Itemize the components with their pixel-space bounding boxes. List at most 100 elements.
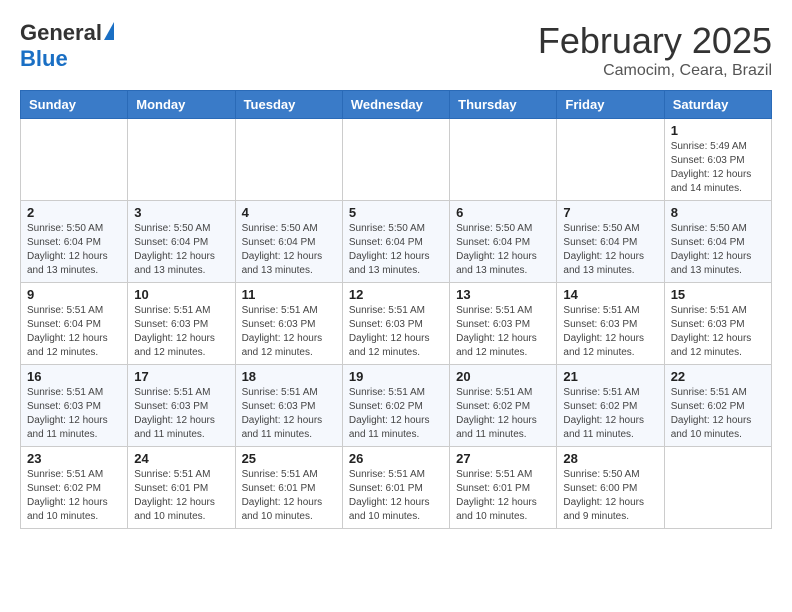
day-number: 20	[456, 369, 550, 384]
page-header: General Blue February 2025 Camocim, Cear…	[20, 20, 772, 80]
day-number: 18	[242, 369, 336, 384]
logo-triangle-icon	[104, 22, 114, 40]
calendar-cell: 24Sunrise: 5:51 AM Sunset: 6:01 PM Dayli…	[128, 447, 235, 529]
day-info: Sunrise: 5:51 AM Sunset: 6:01 PM Dayligh…	[242, 468, 336, 524]
day-number: 26	[349, 451, 443, 466]
logo-blue-text: Blue	[20, 46, 68, 72]
calendar-cell	[557, 119, 664, 201]
day-number: 3	[134, 205, 228, 220]
day-info: Sunrise: 5:50 AM Sunset: 6:00 PM Dayligh…	[563, 468, 657, 524]
calendar-cell: 19 Sunrise: 5:51 AM Sunset: 6:02 PM Dayli…	[342, 365, 449, 447]
calendar-body: 1 Sunrise: 5:49 AM Sunset: 6:03 PM Daylig…	[21, 119, 772, 529]
weekday-header-row: SundayMondayTuesdayWednesdayThursdayFrid…	[21, 91, 772, 119]
day-info: Sunrise: 5:51 AM Sunset: 6:03 PM Dayligh…	[27, 386, 121, 442]
day-info: Sunrise: 5:51 AM Sunset: 6:01 PM Dayligh…	[349, 468, 443, 524]
calendar-cell	[21, 119, 128, 201]
day-number: 8	[671, 205, 765, 220]
day-info: Sunrise: 5:51 AM Sunset: 6:03 PM Dayligh…	[134, 304, 228, 360]
title-section: February 2025 Camocim, Ceara, Brazil	[538, 20, 772, 80]
calendar-cell: 3 Sunrise: 5:50 AM Sunset: 6:04 PM Daylig…	[128, 201, 235, 283]
logo-general-text: General	[20, 20, 102, 46]
day-info: Sunrise: 5:50 AM Sunset: 6:04 PM Dayligh…	[242, 222, 336, 278]
calendar-cell: 2 Sunrise: 5:50 AM Sunset: 6:04 PM Daylig…	[21, 201, 128, 283]
logo: General Blue	[20, 20, 114, 72]
calendar-cell: 22 Sunrise: 5:51 AM Sunset: 6:02 PM Dayli…	[664, 365, 771, 447]
day-number: 7	[563, 205, 657, 220]
day-info: Sunrise: 5:51 AM Sunset: 6:02 PM Dayligh…	[27, 468, 121, 524]
day-number: 25	[242, 451, 336, 466]
day-info: Sunrise: 5:51 AM Sunset: 6:03 PM Dayligh…	[134, 386, 228, 442]
calendar-cell: 4 Sunrise: 5:50 AM Sunset: 6:04 PM Daylig…	[235, 201, 342, 283]
weekday-header-tuesday: Tuesday	[235, 91, 342, 119]
day-number: 23	[27, 451, 121, 466]
day-number: 22	[671, 369, 765, 384]
day-number: 19	[349, 369, 443, 384]
day-number: 15	[671, 287, 765, 302]
day-info: Sunrise: 5:50 AM Sunset: 6:04 PM Dayligh…	[134, 222, 228, 278]
calendar-cell: 16 Sunrise: 5:51 AM Sunset: 6:03 PM Dayli…	[21, 365, 128, 447]
calendar-cell: 15 Sunrise: 5:51 AM Sunset: 6:03 PM Dayli…	[664, 283, 771, 365]
calendar-cell: 23 Sunrise: 5:51 AM Sunset: 6:02 PM Dayli…	[21, 447, 128, 529]
calendar-cell: 7 Sunrise: 5:50 AM Sunset: 6:04 PM Daylig…	[557, 201, 664, 283]
calendar-cell: 14Sunrise: 5:51 AM Sunset: 6:03 PM Dayli…	[557, 283, 664, 365]
weekday-header-sunday: Sunday	[21, 91, 128, 119]
day-info: Sunrise: 5:50 AM Sunset: 6:04 PM Dayligh…	[456, 222, 550, 278]
calendar-cell	[235, 119, 342, 201]
day-number: 1	[671, 123, 765, 138]
calendar-cell: 10Sunrise: 5:51 AM Sunset: 6:03 PM Dayli…	[128, 283, 235, 365]
calendar-cell: 25 Sunrise: 5:51 AM Sunset: 6:01 PM Dayli…	[235, 447, 342, 529]
day-info: Sunrise: 5:51 AM Sunset: 6:02 PM Dayligh…	[671, 386, 765, 442]
calendar-cell: 28 Sunrise: 5:50 AM Sunset: 6:00 PM Dayli…	[557, 447, 664, 529]
day-info: Sunrise: 5:51 AM Sunset: 6:04 PM Dayligh…	[27, 304, 121, 360]
day-info: Sunrise: 5:51 AM Sunset: 6:03 PM Dayligh…	[563, 304, 657, 360]
day-info: Sunrise: 5:50 AM Sunset: 6:04 PM Dayligh…	[27, 222, 121, 278]
day-info: Sunrise: 5:51 AM Sunset: 6:02 PM Dayligh…	[563, 386, 657, 442]
day-number: 21	[563, 369, 657, 384]
day-info: Sunrise: 5:51 AM Sunset: 6:03 PM Dayligh…	[456, 304, 550, 360]
day-info: Sunrise: 5:51 AM Sunset: 6:02 PM Dayligh…	[456, 386, 550, 442]
calendar-cell: 26 Sunrise: 5:51 AM Sunset: 6:01 PM Dayli…	[342, 447, 449, 529]
weekday-header-monday: Monday	[128, 91, 235, 119]
day-info: Sunrise: 5:50 AM Sunset: 6:04 PM Dayligh…	[671, 222, 765, 278]
calendar-cell: 27Sunrise: 5:51 AM Sunset: 6:01 PM Dayli…	[450, 447, 557, 529]
day-number: 13	[456, 287, 550, 302]
calendar-cell: 6 Sunrise: 5:50 AM Sunset: 6:04 PM Daylig…	[450, 201, 557, 283]
weekday-header-thursday: Thursday	[450, 91, 557, 119]
location: Camocim, Ceara, Brazil	[538, 62, 772, 80]
day-info: Sunrise: 5:51 AM Sunset: 6:02 PM Dayligh…	[349, 386, 443, 442]
calendar-week-3: 9 Sunrise: 5:51 AM Sunset: 6:04 PM Daylig…	[21, 283, 772, 365]
calendar-cell	[128, 119, 235, 201]
day-number: 16	[27, 369, 121, 384]
calendar-cell: 20 Sunrise: 5:51 AM Sunset: 6:02 PM Dayli…	[450, 365, 557, 447]
calendar-cell: 18 Sunrise: 5:51 AM Sunset: 6:03 PM Dayli…	[235, 365, 342, 447]
day-info: Sunrise: 5:50 AM Sunset: 6:04 PM Dayligh…	[349, 222, 443, 278]
day-info: Sunrise: 5:50 AM Sunset: 6:04 PM Dayligh…	[563, 222, 657, 278]
day-number: 12	[349, 287, 443, 302]
day-info: Sunrise: 5:51 AM Sunset: 6:03 PM Dayligh…	[242, 386, 336, 442]
day-info: Sunrise: 5:49 AM Sunset: 6:03 PM Dayligh…	[671, 140, 765, 196]
calendar-cell: 13 Sunrise: 5:51 AM Sunset: 6:03 PM Dayli…	[450, 283, 557, 365]
day-number: 5	[349, 205, 443, 220]
calendar-cell	[664, 447, 771, 529]
calendar-cell: 9 Sunrise: 5:51 AM Sunset: 6:04 PM Daylig…	[21, 283, 128, 365]
calendar-cell: 5 Sunrise: 5:50 AM Sunset: 6:04 PM Daylig…	[342, 201, 449, 283]
day-info: Sunrise: 5:51 AM Sunset: 6:01 PM Dayligh…	[456, 468, 550, 524]
calendar-cell: 21 Sunrise: 5:51 AM Sunset: 6:02 PM Dayli…	[557, 365, 664, 447]
day-number: 4	[242, 205, 336, 220]
calendar-cell: 8 Sunrise: 5:50 AM Sunset: 6:04 PM Daylig…	[664, 201, 771, 283]
weekday-header-wednesday: Wednesday	[342, 91, 449, 119]
calendar-week-2: 2 Sunrise: 5:50 AM Sunset: 6:04 PM Daylig…	[21, 201, 772, 283]
month-title: February 2025	[538, 20, 772, 62]
calendar-cell	[342, 119, 449, 201]
day-number: 28	[563, 451, 657, 466]
day-number: 9	[27, 287, 121, 302]
day-info: Sunrise: 5:51 AM Sunset: 6:01 PM Dayligh…	[134, 468, 228, 524]
weekday-header-saturday: Saturday	[664, 91, 771, 119]
calendar-cell: 1 Sunrise: 5:49 AM Sunset: 6:03 PM Daylig…	[664, 119, 771, 201]
calendar-cell: 11Sunrise: 5:51 AM Sunset: 6:03 PM Dayli…	[235, 283, 342, 365]
calendar-week-5: 23 Sunrise: 5:51 AM Sunset: 6:02 PM Dayli…	[21, 447, 772, 529]
day-info: Sunrise: 5:51 AM Sunset: 6:03 PM Dayligh…	[671, 304, 765, 360]
day-number: 2	[27, 205, 121, 220]
calendar-table: SundayMondayTuesdayWednesdayThursdayFrid…	[20, 90, 772, 529]
day-number: 6	[456, 205, 550, 220]
